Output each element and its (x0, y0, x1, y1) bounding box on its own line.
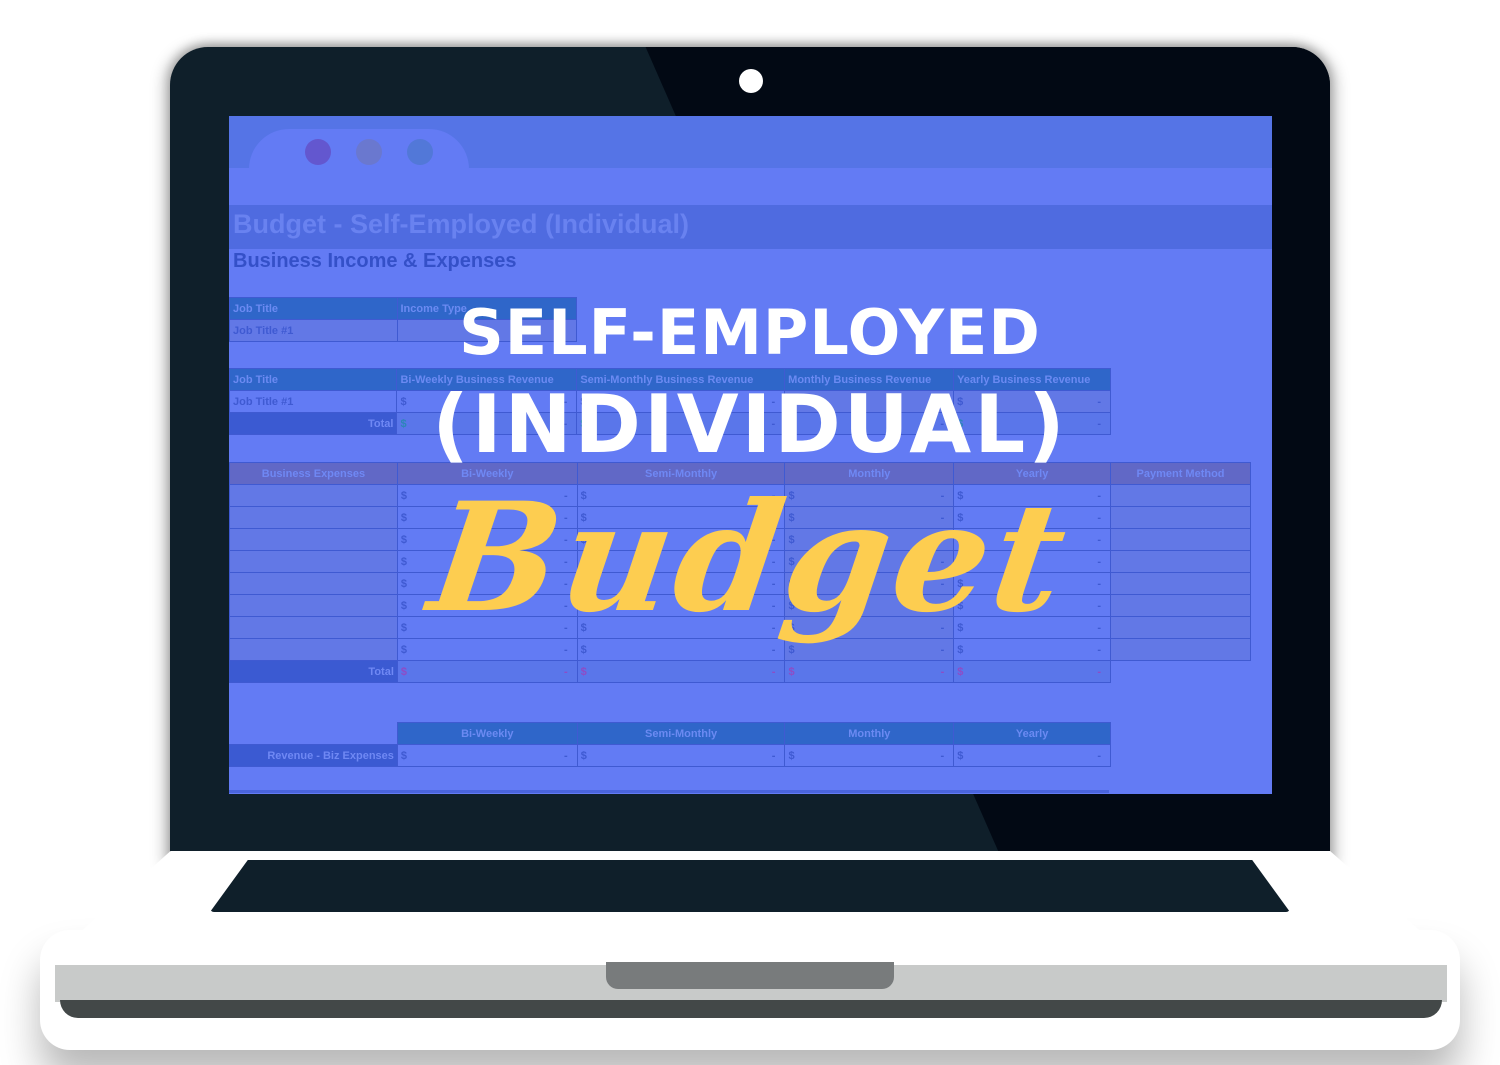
currency-symbol: $ (400, 665, 408, 678)
header-cell: Monthly (784, 722, 955, 745)
header-cell: Yearly (953, 722, 1111, 745)
total-cell: $ - (576, 660, 786, 683)
total-cell: $ - (784, 660, 955, 683)
amount: - (564, 665, 568, 678)
browser-titlebar (229, 116, 1272, 169)
trackpad-notch (606, 962, 894, 989)
currency-symbol: $ (957, 665, 964, 678)
header-cell: Semi-Monthly (576, 722, 786, 745)
sheet-title: Budget - Self-Employed (Individual) (233, 209, 690, 239)
headline-budget-script: Budget (420, 470, 1080, 646)
headline-individual: (INDIVIDUAL) (432, 378, 1068, 471)
maximize-dot-icon[interactable] (407, 139, 433, 165)
amount: - (940, 665, 945, 678)
empty-cell (230, 723, 398, 745)
row-label: Revenue - Biz Expenses (229, 744, 398, 767)
sheet-bottom-border (229, 790, 1109, 793)
laptop-base-bottom (60, 1000, 1442, 1018)
empty-cell (1111, 661, 1251, 683)
currency-symbol: $ (580, 665, 587, 678)
total-row: Total $ - $ - $ - $ - (229, 660, 1251, 683)
currency-symbol: $ (788, 749, 795, 762)
money-cell: $ - (576, 744, 786, 767)
amount: - (564, 749, 568, 762)
currency-symbol: $ (400, 749, 408, 762)
total-cell: $ - (953, 660, 1112, 683)
sheet-subtitle: Business Income & Expenses (233, 250, 517, 272)
table-row: Revenue - Biz Expenses $ - $ - $ - $ - (229, 744, 1111, 767)
amount: - (940, 749, 945, 762)
money-cell: $ - (953, 744, 1111, 767)
headline-self-employed: SELF-EMPLOYED (459, 296, 1041, 369)
amount: - (771, 665, 776, 678)
keyboard-area (210, 860, 1290, 912)
currency-symbol: $ (957, 749, 964, 762)
close-dot-icon[interactable] (305, 139, 331, 165)
money-cell: $ - (784, 744, 955, 767)
minimize-dot-icon[interactable] (356, 139, 382, 165)
amount: - (771, 749, 776, 762)
net-table: Bi-Weekly Semi-Monthly Monthly Yearly Re… (229, 722, 1111, 767)
total-label: Total (229, 660, 398, 683)
webcam-icon (739, 69, 763, 93)
money-cell: $ - (396, 744, 578, 767)
header-cell: Bi-Weekly (396, 722, 578, 745)
currency-symbol: $ (788, 665, 795, 678)
currency-symbol: $ (580, 749, 587, 762)
laptop-illustration: Budget - Self-Employed (Individual) Busi… (0, 0, 1500, 1065)
total-cell: $ - (396, 660, 578, 683)
amount: - (1097, 665, 1102, 678)
amount: - (1097, 749, 1101, 762)
